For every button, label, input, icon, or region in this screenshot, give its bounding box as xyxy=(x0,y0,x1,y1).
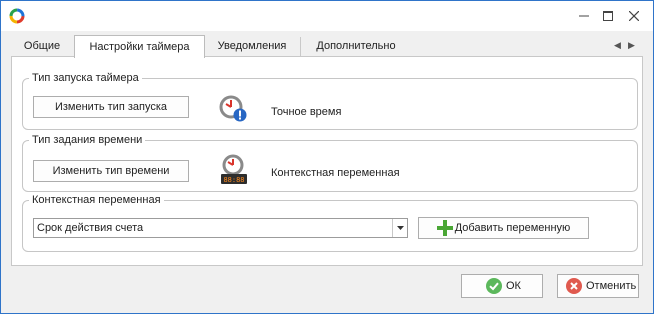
tab-general[interactable]: Общие xyxy=(11,37,73,56)
svg-text:88:88: 88:88 xyxy=(223,176,244,184)
tab-bar: Общие Настройки таймера Уведомления Допо… xyxy=(11,35,641,58)
app-logo-icon xyxy=(9,8,25,24)
title-bar xyxy=(1,1,653,31)
tab-notifications[interactable]: Уведомления xyxy=(205,37,299,56)
add-variable-button[interactable]: Добавить переменную xyxy=(418,217,589,239)
time-type-group: Тип задания времени Изменить тип времени… xyxy=(22,133,638,192)
clock-info-icon xyxy=(219,95,247,122)
cancel-icon xyxy=(566,278,582,294)
cancel-button[interactable]: Отменить xyxy=(557,274,639,298)
cancel-label: Отменить xyxy=(586,280,637,292)
minimize-button[interactable] xyxy=(575,7,593,25)
tab-scroll-left-icon[interactable]: ◀ xyxy=(614,40,621,51)
combo-dropdown-button[interactable] xyxy=(392,219,407,237)
maximize-button[interactable] xyxy=(599,7,617,25)
launch-type-value: Точное время xyxy=(271,106,342,118)
context-variable-selected: Срок действия счета xyxy=(37,222,144,234)
check-icon xyxy=(486,278,502,294)
chevron-down-icon xyxy=(396,226,404,230)
close-button[interactable] xyxy=(625,7,643,25)
change-launch-type-button[interactable]: Изменить тип запуска xyxy=(33,96,189,118)
context-variable-group: Контекстная переменная Срок действия сче… xyxy=(22,193,638,252)
change-time-type-button[interactable]: Изменить тип времени xyxy=(33,160,189,182)
add-variable-label: Добавить переменную xyxy=(454,222,571,234)
clock-digital-icon: 88:88 xyxy=(221,154,247,184)
launch-type-group: Тип запуска таймера Изменить тип запуска… xyxy=(22,71,638,130)
dialog-window: Общие Настройки таймера Уведомления Допо… xyxy=(0,0,654,314)
time-type-value: Контекстная переменная xyxy=(271,167,400,179)
tab-scroll-right-icon[interactable]: ▶ xyxy=(628,40,635,51)
tab-additional[interactable]: Дополнительно xyxy=(300,37,411,56)
launch-type-title: Тип запуска таймера xyxy=(29,71,142,85)
plus-icon xyxy=(436,220,453,236)
ok-button[interactable]: ОК xyxy=(461,274,543,298)
tab-content-panel: Тип запуска таймера Изменить тип запуска… xyxy=(11,56,643,266)
maximize-icon xyxy=(603,11,613,21)
tab-timer-settings[interactable]: Настройки таймера xyxy=(74,35,205,58)
context-variable-select[interactable]: Срок действия счета xyxy=(33,218,408,238)
close-icon xyxy=(629,11,639,21)
time-type-title: Тип задания времени xyxy=(29,133,146,147)
minimize-icon xyxy=(579,15,589,17)
ok-label: ОК xyxy=(506,280,521,292)
context-variable-title: Контекстная переменная xyxy=(29,193,164,207)
